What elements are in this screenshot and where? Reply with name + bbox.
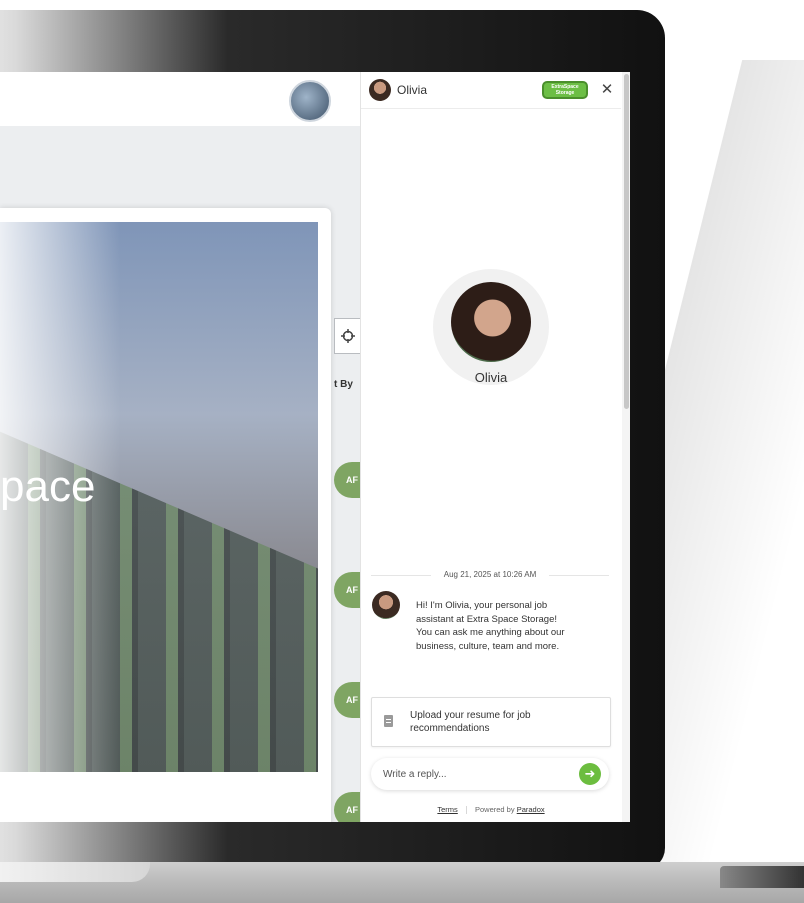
table-column-header: t By <box>334 379 353 390</box>
site-profile-avatar[interactable] <box>289 80 331 122</box>
arrow-right-icon: ➜ <box>584 766 596 781</box>
upload-resume-label: Upload your resume for job recommendatio… <box>410 710 531 734</box>
site-topbar <box>0 72 360 126</box>
footer-separator <box>465 806 467 815</box>
reply-box: ➜ <box>371 758 609 790</box>
send-button[interactable]: ➜ <box>579 763 601 785</box>
crosshair-icon-button[interactable] <box>334 318 362 354</box>
laptop-screen: pace t By AF AF AF AF Olivia ExtraSpace … <box>0 72 630 822</box>
message-avatar <box>372 591 400 619</box>
chat-scrollbar[interactable] <box>622 72 630 822</box>
laptop-base-edge <box>720 866 804 888</box>
upload-resume-button[interactable]: Upload your resume for job recommendatio… <box>371 697 611 747</box>
assistant-profile-name: Olivia <box>474 370 508 385</box>
row-badge: AF <box>334 572 360 608</box>
row-badge: AF <box>334 682 360 718</box>
close-icon: ✕ <box>600 81 614 98</box>
message-timestamp-row: Aug 21, 2025 at 10:26 AM <box>371 569 609 581</box>
terms-link[interactable]: Terms <box>437 805 457 814</box>
assistant-avatar-large <box>451 282 531 362</box>
crosshair-icon <box>341 329 355 343</box>
chat-header: Olivia ExtraSpace Storage ✕ <box>361 72 621 109</box>
site-body: pace t By AF AF AF AF <box>0 126 362 822</box>
chat-footer: Terms Powered by Paradox <box>361 805 621 815</box>
logo-text-line2: Storage <box>555 90 575 96</box>
close-button[interactable]: ✕ <box>599 79 615 99</box>
hero-image: pace <box>0 222 318 772</box>
hero-brand-text: pace <box>0 462 96 511</box>
assistant-name-header: Olivia <box>397 83 428 97</box>
assistant-avatar-small <box>369 79 391 101</box>
row-badge: AF <box>334 462 360 498</box>
assistant-message: Hi! I'm Olivia, your personal job assist… <box>416 600 565 652</box>
laptop-base-lip <box>0 862 150 882</box>
paradox-link[interactable]: Paradox <box>517 805 545 814</box>
document-icon <box>384 715 393 727</box>
powered-by-text: Powered by <box>474 805 515 814</box>
extra-space-storage-logo: ExtraSpace Storage <box>542 81 588 99</box>
message-timestamp: Aug 21, 2025 at 10:26 AM <box>443 570 537 579</box>
chat-widget: Olivia ExtraSpace Storage ✕ Olivia Aug 2… <box>360 72 630 822</box>
scrollbar-thumb[interactable] <box>624 74 629 409</box>
row-badge: AF <box>334 792 360 822</box>
reply-input[interactable] <box>383 765 573 783</box>
